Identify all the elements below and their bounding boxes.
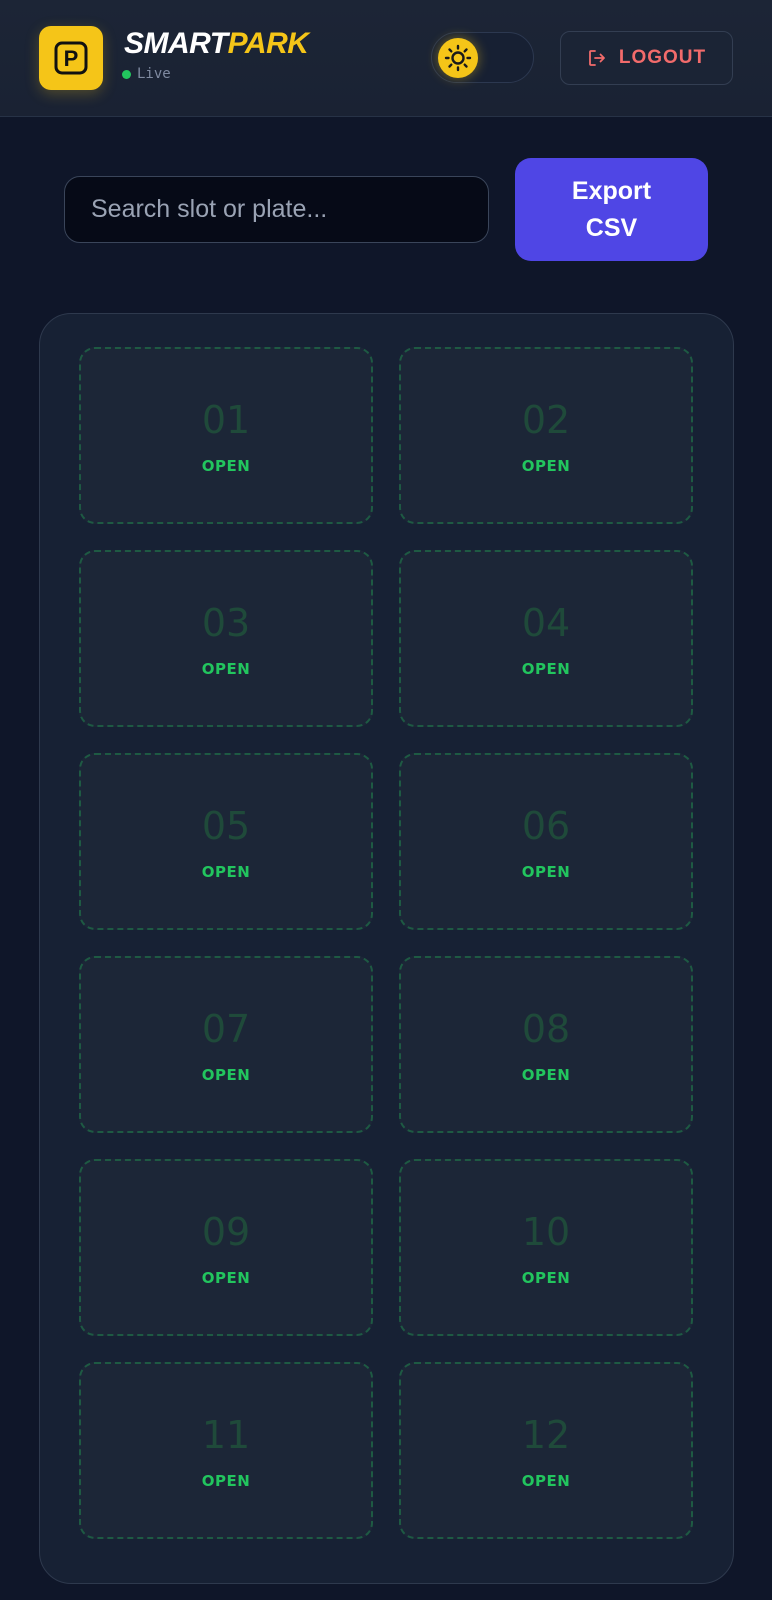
brand-title-part1: SMART (124, 27, 228, 60)
slot-status: OPEN (201, 1269, 251, 1287)
live-status-label: Live (137, 66, 171, 82)
theme-toggle[interactable] (431, 32, 534, 83)
slot-number: 11 (201, 1413, 251, 1457)
parking-grid: 01 OPEN 02 OPEN 03 OPEN 04 OPEN 05 OPEN … (39, 313, 734, 1584)
search-input[interactable] (64, 176, 489, 243)
parking-slot-02[interactable]: 02 OPEN (399, 347, 693, 524)
parking-slot-04[interactable]: 04 OPEN (399, 550, 693, 727)
parking-slot-09[interactable]: 09 OPEN (79, 1159, 373, 1336)
logout-button[interactable]: LOGOUT (560, 31, 733, 85)
slot-number: 01 (201, 398, 251, 442)
slot-status: OPEN (521, 457, 571, 475)
slot-number: 04 (521, 601, 571, 645)
slot-number: 02 (521, 398, 571, 442)
export-csv-button[interactable]: Export CSV (515, 158, 708, 261)
sun-icon (438, 38, 478, 78)
live-dot-icon (122, 69, 131, 79)
slot-number: 10 (521, 1210, 571, 1254)
parking-slot-10[interactable]: 10 OPEN (399, 1159, 693, 1336)
slot-status: OPEN (201, 1066, 251, 1084)
parking-slot-03[interactable]: 03 OPEN (79, 550, 373, 727)
slot-number: 06 (521, 804, 571, 848)
slot-status: OPEN (521, 660, 571, 678)
slot-status: OPEN (521, 1066, 571, 1084)
slot-status: OPEN (201, 1472, 251, 1490)
slot-number: 09 (201, 1210, 251, 1254)
parking-logo-icon: P (39, 26, 103, 90)
parking-slot-05[interactable]: 05 OPEN (79, 753, 373, 930)
slot-number: 08 (521, 1007, 571, 1051)
svg-text:P: P (64, 46, 79, 71)
parking-slot-11[interactable]: 11 OPEN (79, 1362, 373, 1539)
slot-number: 12 (521, 1413, 571, 1457)
parking-slot-07[interactable]: 07 OPEN (79, 956, 373, 1133)
parking-slot-06[interactable]: 06 OPEN (399, 753, 693, 930)
slot-status: OPEN (521, 1472, 571, 1490)
slot-status: OPEN (201, 660, 251, 678)
logout-icon (588, 50, 605, 66)
brand-title-part2: PARK (227, 27, 309, 60)
slot-number: 07 (201, 1007, 251, 1051)
parking-slot-12[interactable]: 12 OPEN (399, 1362, 693, 1539)
logout-label: LOGOUT (618, 47, 707, 68)
app-header: P SMARTPARK Live LOGOUT (0, 0, 772, 117)
slot-status: OPEN (521, 1269, 571, 1287)
parking-slot-01[interactable]: 01 OPEN (79, 347, 373, 524)
parking-slot-08[interactable]: 08 OPEN (399, 956, 693, 1133)
slot-number: 03 (201, 601, 251, 645)
brand-title: SMARTPARK (124, 27, 309, 61)
slot-number: 05 (201, 804, 251, 848)
slot-status: OPEN (201, 863, 251, 881)
slot-status: OPEN (521, 863, 571, 881)
live-status: Live (122, 66, 171, 82)
slot-status: OPEN (201, 457, 251, 475)
